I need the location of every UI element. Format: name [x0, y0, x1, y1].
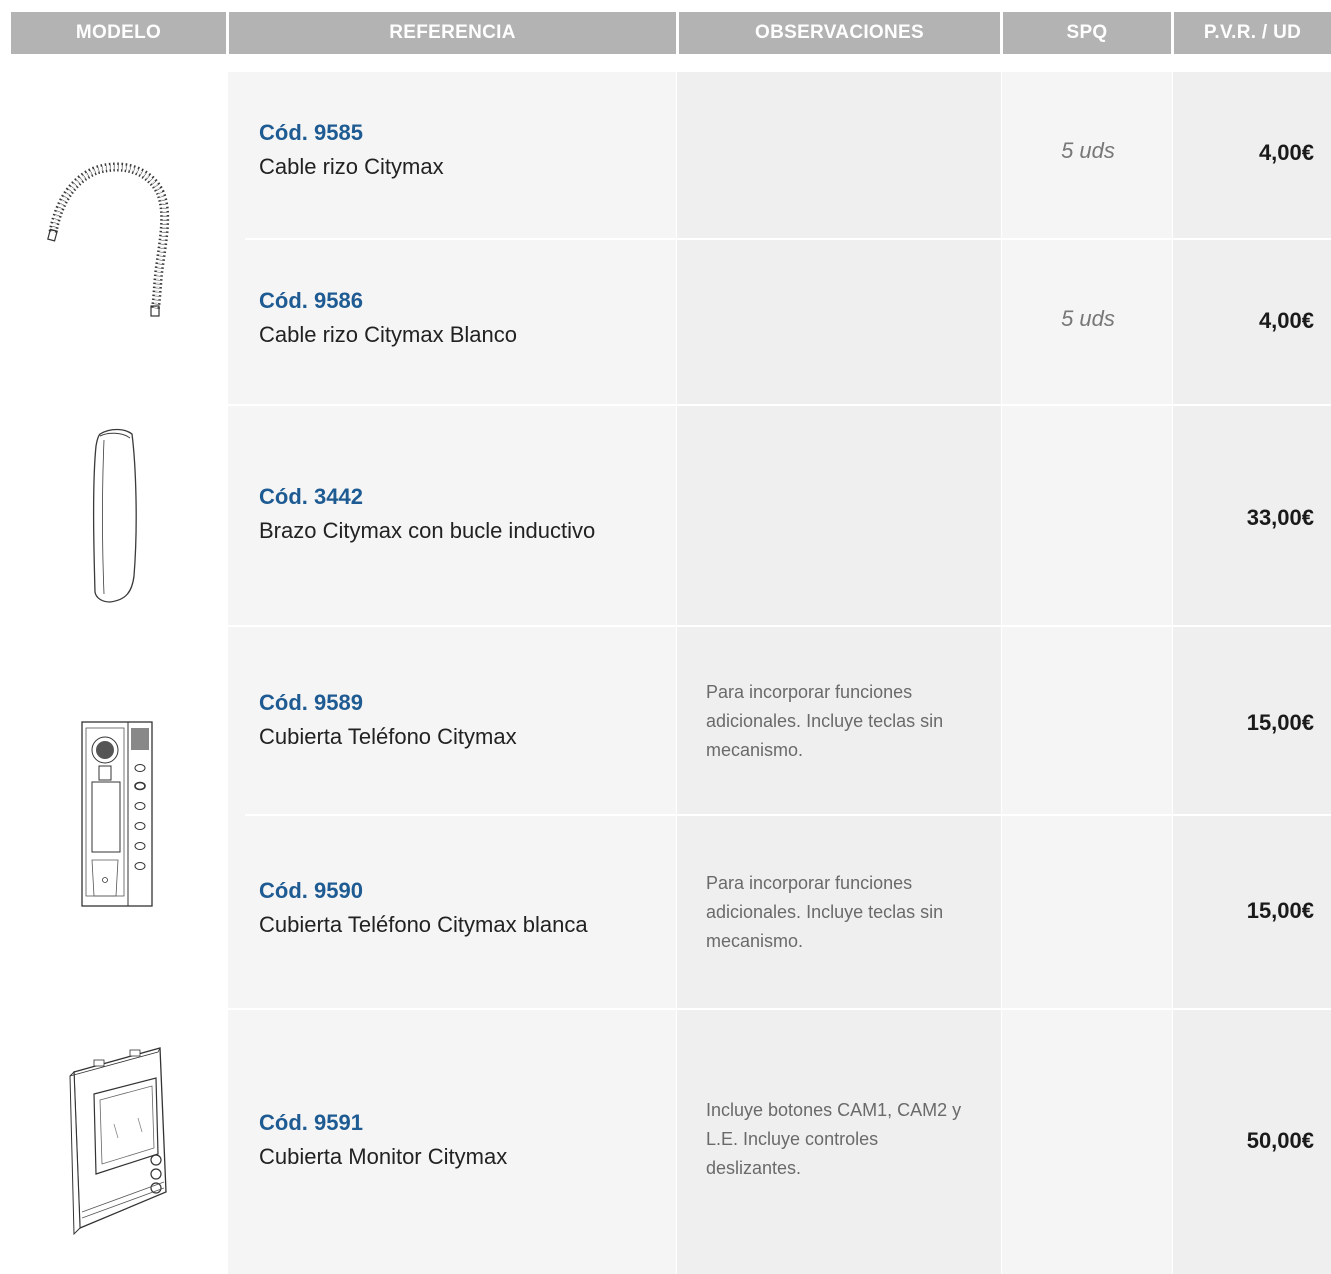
observation-text: Para incorporar funciones adicionales. I… — [706, 873, 944, 951]
row-separator — [245, 238, 1331, 240]
table-row: Cód. 3442 Brazo Citymax con bucle induct… — [259, 480, 595, 548]
product-code: Cód. 9586 — [259, 288, 363, 313]
pvr-column — [1173, 72, 1331, 1274]
observation-text: Para incorporar funciones adicionales. I… — [706, 682, 944, 760]
price-value: 50,00€ — [1246, 1128, 1314, 1153]
table-row: Cód. 9586 Cable rizo Citymax Blanco — [259, 284, 517, 352]
row-separator — [228, 625, 1331, 627]
spq-value: 5 uds — [1061, 138, 1115, 163]
price-value: 33,00€ — [1246, 505, 1314, 530]
product-description: Cubierta Teléfono Citymax — [259, 724, 517, 749]
table-row: Cód. 9590 Cubierta Teléfono Citymax blan… — [259, 874, 588, 942]
header-referencia: REFERENCIA — [229, 12, 676, 54]
product-code: Cód. 3442 — [259, 484, 363, 509]
product-code: Cód. 9589 — [259, 690, 363, 715]
spq-column — [1002, 72, 1172, 1274]
row-separator — [245, 814, 1331, 816]
observaciones-column — [677, 72, 1001, 1274]
header-modelo: MODELO — [11, 12, 226, 54]
header-spq: SPQ — [1003, 12, 1171, 54]
product-description: Brazo Citymax con bucle inductivo — [259, 518, 596, 543]
phone-cover-icon — [81, 721, 153, 907]
price-value: 4,00€ — [1258, 308, 1314, 333]
table-row: Cód. 9589 Cubierta Teléfono Citymax — [259, 686, 517, 754]
spq-value: 5 uds — [1061, 306, 1115, 331]
product-description: Cubierta Monitor Citymax — [259, 1144, 508, 1169]
price-value: 4,00€ — [1258, 140, 1314, 165]
product-code: Cód. 9590 — [259, 878, 363, 903]
row-separator — [228, 404, 1331, 406]
referencia-column — [228, 72, 676, 1274]
table-row: Cód. 9591 Cubierta Monitor Citymax — [259, 1106, 507, 1174]
coiled-cable-icon — [47, 162, 170, 317]
monitor-cover-icon — [69, 1047, 167, 1236]
product-description: Cubierta Teléfono Citymax blanca — [259, 912, 588, 937]
product-description: Cable rizo Citymax — [259, 154, 444, 179]
row-separator — [228, 1008, 1331, 1010]
product-code: Cód. 9591 — [259, 1110, 363, 1135]
product-code: Cód. 9585 — [259, 120, 363, 145]
product-description: Cable rizo Citymax Blanco — [259, 322, 517, 347]
header-pvr: P.V.R. / UD — [1174, 12, 1331, 54]
price-value: 15,00€ — [1246, 898, 1314, 923]
handset-icon — [92, 428, 137, 603]
observation-text: Incluye botones CAM1, CAM2 y L.E. Incluy… — [706, 1100, 962, 1178]
header-observaciones: OBSERVACIONES — [679, 12, 1000, 54]
price-value: 15,00€ — [1246, 710, 1314, 735]
table-row: Cód. 9585 Cable rizo Citymax — [259, 116, 444, 184]
